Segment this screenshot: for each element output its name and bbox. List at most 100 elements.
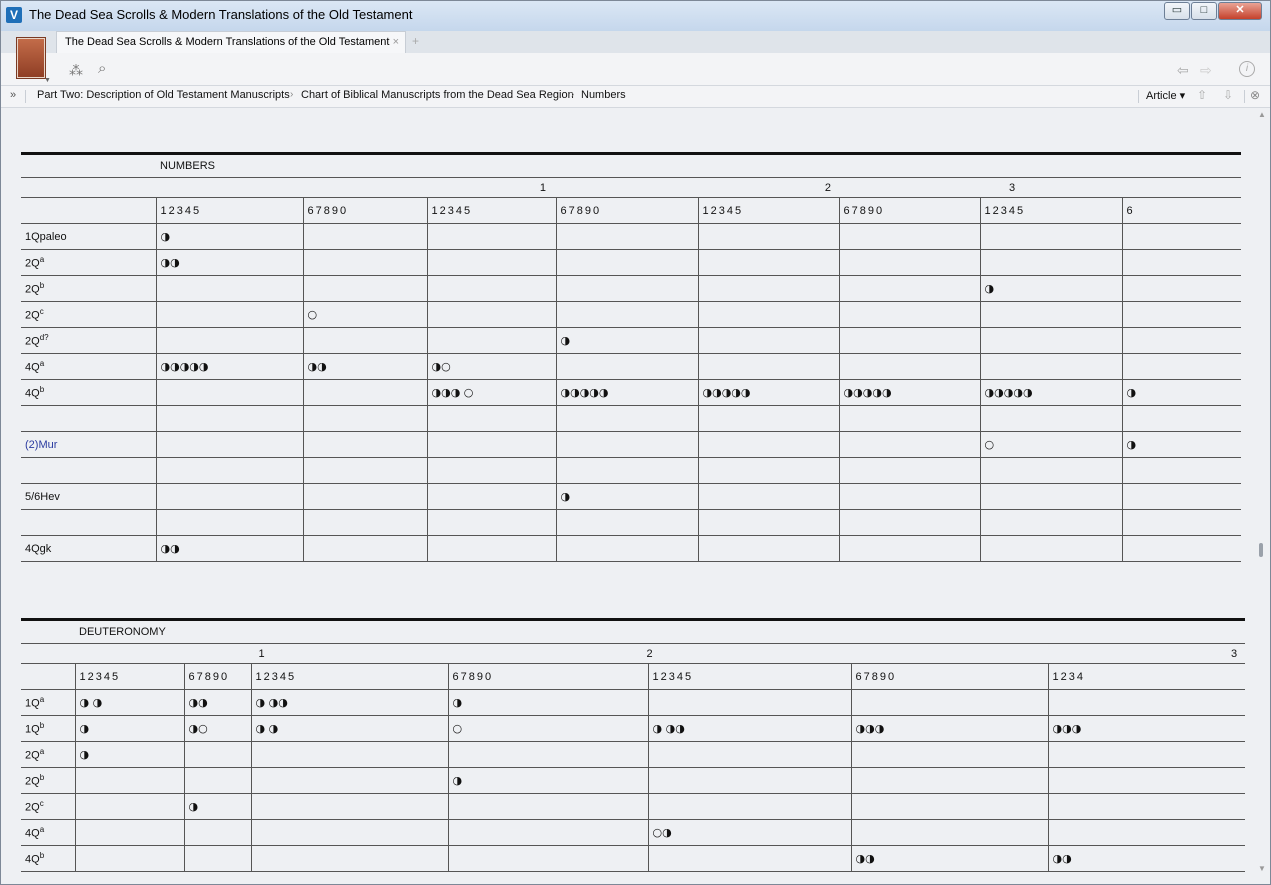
close-window-button[interactable]: ✕ <box>1218 2 1262 20</box>
attestation-cell <box>838 301 981 328</box>
attestation-cell <box>155 327 303 354</box>
attestation-cell <box>979 405 1123 432</box>
table-row: 4Qa ○◑ <box>21 819 1246 846</box>
attestation-cell <box>155 301 303 328</box>
breadcrumb-part-two[interactable]: Part Two: Description of Old Testament M… <box>37 89 290 101</box>
scroll-down-icon[interactable]: ▼ <box>1258 864 1266 873</box>
attestation-cell <box>183 741 251 768</box>
attestation-cell: ◑ <box>447 689 648 716</box>
attestation-cell <box>697 405 840 432</box>
breadcrumb: » Part Two: Description of Old Testament… <box>1 86 1270 108</box>
breadcrumb-chart[interactable]: Chart of Biblical Manuscripts from the D… <box>301 89 574 101</box>
manuscript-name: 1Qpaleo <box>25 230 67 243</box>
attestation-symbols: ◑ <box>560 334 571 347</box>
table-row: (2)Mur ○ ◑ <box>21 431 1242 458</box>
attestation-cell: ◑◑◑ <box>1047 715 1246 742</box>
attestation-symbols: ◑○ <box>431 360 451 373</box>
attestation-cell <box>1047 793 1246 820</box>
manuscript-label[interactable]: (2)Mur <box>21 431 156 458</box>
table-row: 4Qgk ◑◑ <box>21 535 1242 562</box>
attestation-cell: ◑◑◑ <box>850 715 1048 742</box>
attestation-cell: ◑◑◑◑◑ <box>697 379 840 406</box>
attestation-cell <box>979 535 1123 562</box>
book-cover-thumbnail[interactable] <box>16 37 46 79</box>
tab-dead-sea-scrolls[interactable]: The Dead Sea Scrolls & Modern Translatio… <box>56 31 406 53</box>
attestation-cell <box>697 301 840 328</box>
attestation-cell <box>302 431 428 458</box>
attestation-cell <box>74 767 184 794</box>
manuscript-name: 4Qgk <box>25 542 52 555</box>
manuscript-label: 2Qc <box>21 793 75 820</box>
article-dropdown-button[interactable]: Article ▾ <box>1146 89 1185 102</box>
attestation-symbols: ○ <box>307 308 318 321</box>
close-panel-icon[interactable]: ⊗ <box>1250 88 1260 102</box>
scroll-thumb[interactable] <box>1259 543 1263 557</box>
table-row <box>21 457 1242 484</box>
attestation-cell <box>979 483 1123 510</box>
attestation-cell <box>1121 275 1242 302</box>
manuscript-superscript: a <box>39 747 45 757</box>
scroll-up-icon[interactable]: ▲ <box>1258 110 1266 119</box>
attestation-cell <box>555 301 699 328</box>
attestation-cell <box>302 223 428 250</box>
manuscript-label: 2Qb <box>21 767 75 794</box>
previous-article-icon[interactable]: ⇧ <box>1197 88 1207 102</box>
attestation-cell <box>1121 483 1242 510</box>
attestation-symbols: ◑ ◑◑ <box>255 696 288 709</box>
attestation-cell: ○ <box>302 301 428 328</box>
maximize-button[interactable]: □ <box>1191 2 1217 20</box>
chapter-range-header: 1234 <box>1047 663 1246 690</box>
table-row: 1Qa ◑ ◑ ◑◑ ◑ ◑◑ ◑ <box>21 689 1246 716</box>
info-icon[interactable]: i <box>1239 61 1255 77</box>
attestation-cell <box>697 483 840 510</box>
manuscript-label: 2Qa <box>21 249 156 276</box>
attestation-cell: ◑◑ <box>302 353 428 380</box>
manuscript-name: 2Q <box>25 335 40 348</box>
chapter-range-header: 12345 <box>155 197 303 224</box>
manuscript-label <box>21 509 156 536</box>
attestation-cell <box>838 431 981 458</box>
chapter-header-row: 12345 67890 12345 67890 12345 67890 12345 6 <box>21 197 1242 224</box>
attestation-cell <box>697 353 840 380</box>
expand-chevrons-icon[interactable]: » <box>10 89 16 101</box>
manuscript-label: 4Qa <box>21 353 156 380</box>
new-tab-icon[interactable]: + <box>412 34 419 48</box>
vertical-scrollbar[interactable]: ▲ ▼ <box>1255 108 1269 878</box>
tab-close-icon[interactable]: × <box>393 36 399 48</box>
table-row: 4Qb ◑◑ ◑◑ <box>21 845 1246 872</box>
attestation-cell <box>426 249 557 276</box>
breadcrumb-numbers[interactable]: Numbers <box>581 89 626 101</box>
article-content: NUMBERS 1 2 3 12345 67890 12345 67890 12345 6… <box>2 108 1255 878</box>
title-bar[interactable]: V The Dead Sea Scrolls & Modern Translat… <box>1 1 1270 31</box>
chapter-decade-label: 2 <box>448 643 851 664</box>
attestation-cell <box>447 741 648 768</box>
chapter-range-header: 67890 <box>302 197 428 224</box>
tab-bar: The Dead Sea Scrolls & Modern Translatio… <box>1 31 1270 54</box>
manuscript-name: 1Q <box>25 723 40 736</box>
cover-dropdown-icon[interactable]: ▼ <box>44 77 51 84</box>
forward-arrow-icon[interactable]: ⇨ <box>1200 62 1212 79</box>
minimize-button[interactable]: ▭ <box>1164 2 1190 20</box>
attestation-cell <box>697 223 840 250</box>
next-article-icon[interactable]: ⇩ <box>1223 88 1233 102</box>
attestation-cell <box>426 275 557 302</box>
manuscript-superscript: a <box>39 255 45 265</box>
attestation-symbols: ◑ <box>79 748 90 761</box>
search-icon[interactable]: ⌕ <box>98 60 106 77</box>
manuscript-name: 1Q <box>25 697 40 710</box>
attestation-cell: ◑◑◑◑◑ <box>979 379 1123 406</box>
attestation-cell: ◑ <box>74 741 184 768</box>
attestation-cell <box>555 457 699 484</box>
attestation-cell <box>250 819 448 846</box>
attestation-cell <box>647 689 851 716</box>
attestation-cell <box>1047 689 1246 716</box>
table-row: 2Qc ○ <box>21 301 1242 328</box>
back-arrow-icon[interactable]: ⇦ <box>1177 62 1189 79</box>
attestation-cell <box>838 353 981 380</box>
attestation-symbols: ◑ <box>1126 438 1137 451</box>
panels-icon[interactable]: ⁂ <box>69 62 83 79</box>
attestation-cell <box>979 509 1123 536</box>
breadcrumb-separator: › <box>290 89 294 100</box>
attestation-cell <box>555 509 699 536</box>
attestation-cell <box>697 327 840 354</box>
